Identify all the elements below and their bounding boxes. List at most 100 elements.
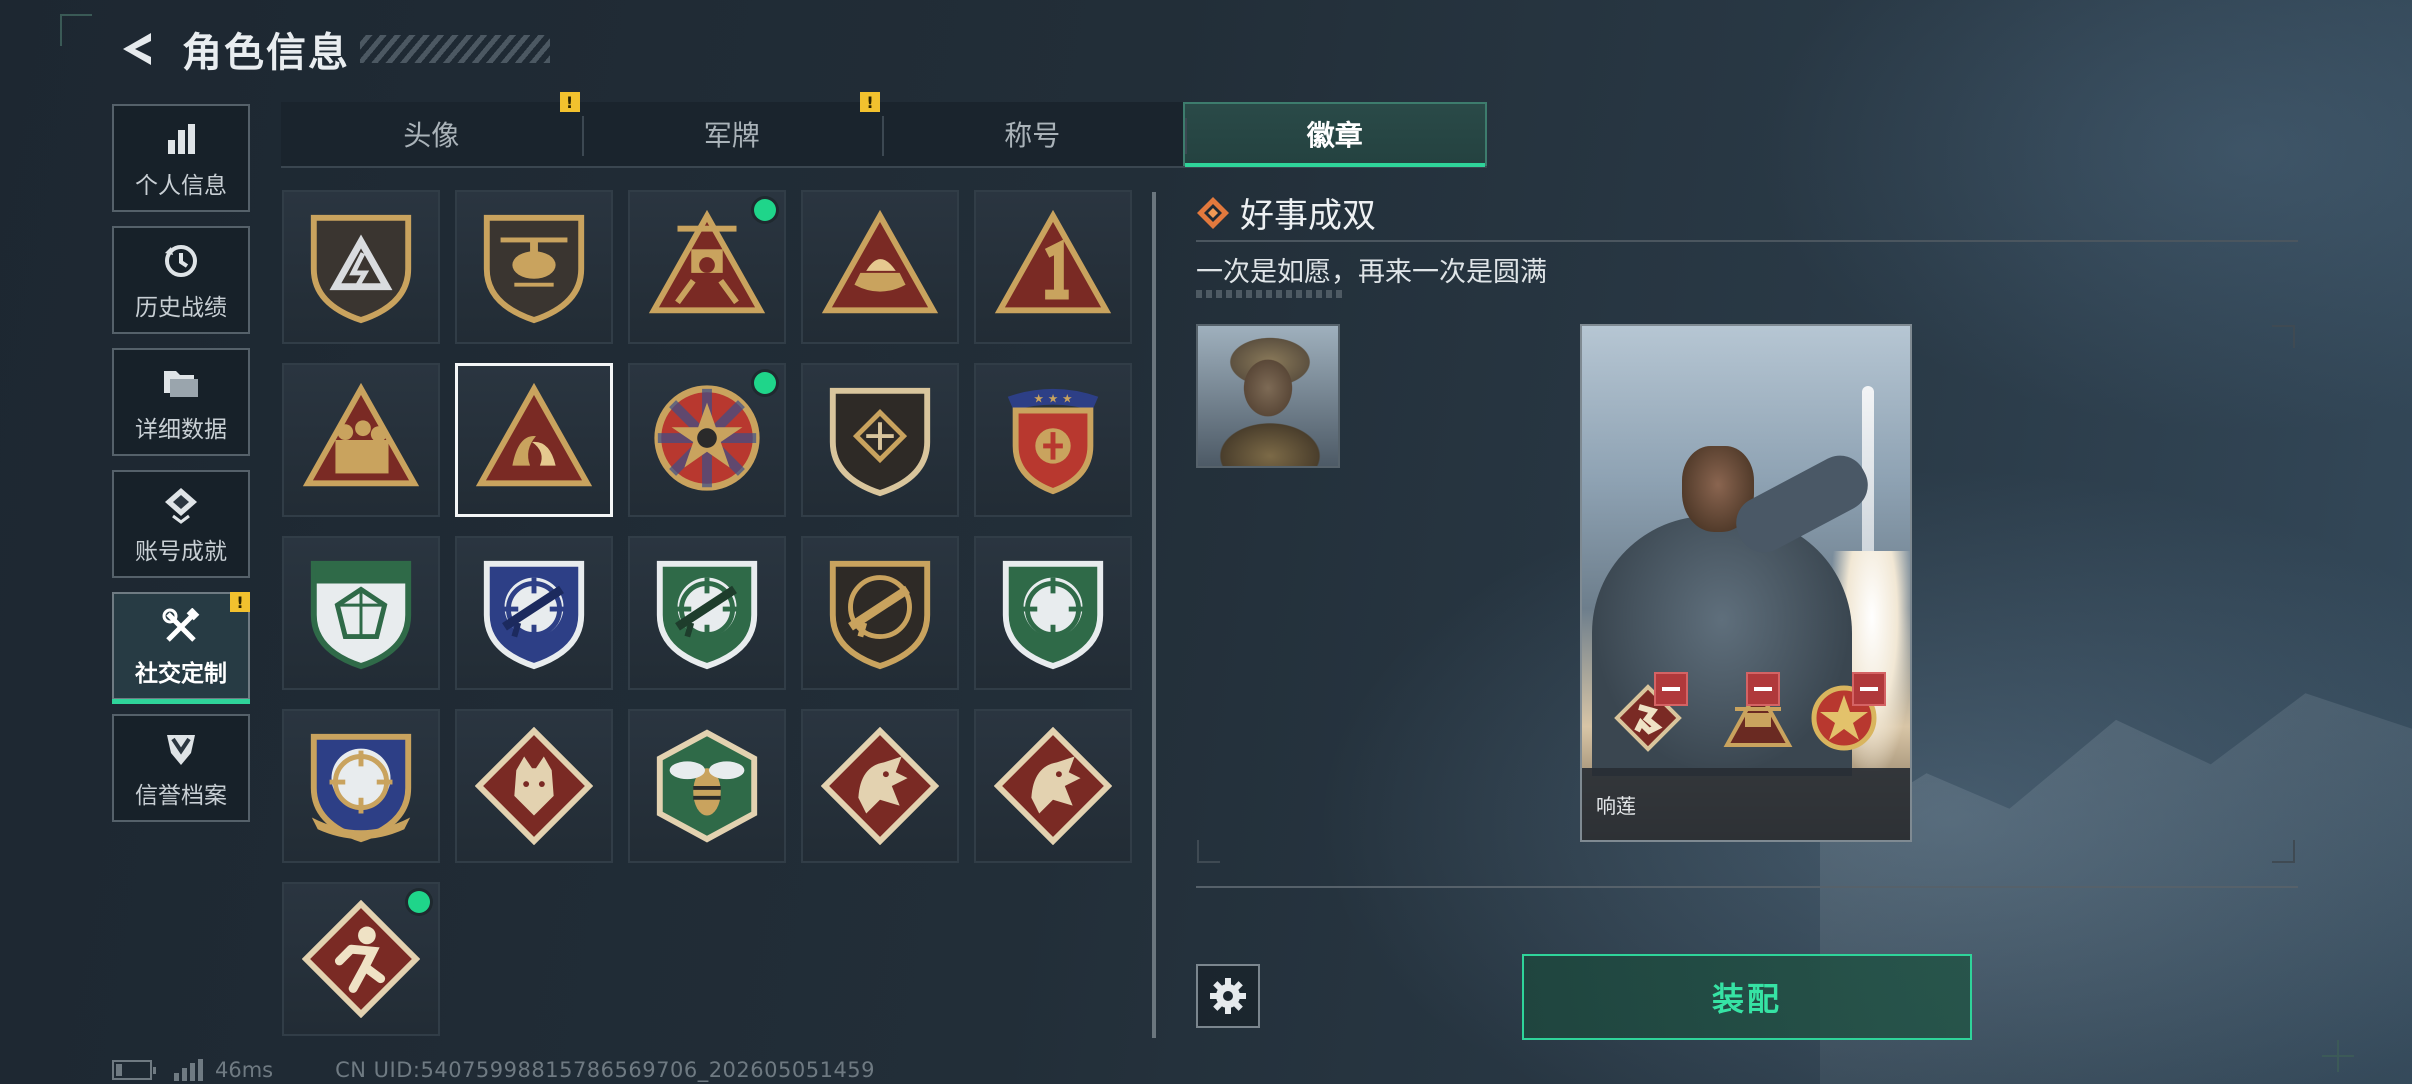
new-indicator-dot <box>754 199 776 221</box>
battery-icon <box>112 1060 156 1080</box>
ping-text: 46ms <box>215 1058 274 1082</box>
soldiers-triangle-icon <box>302 382 420 487</box>
page-title: 角色信息 <box>182 30 350 76</box>
warning-badge: ! <box>559 92 580 112</box>
badge-cell[interactable] <box>628 363 786 517</box>
star-ribbon-shield-icon: ★ ★ ★ <box>1007 388 1099 495</box>
divider <box>1196 240 2298 242</box>
number-one-triangle-icon <box>994 209 1112 314</box>
twin-fish-triangle-icon <box>475 382 593 487</box>
remove-badge-button[interactable] <box>1746 672 1780 706</box>
badge-cell[interactable] <box>974 709 1132 863</box>
back-button[interactable] <box>112 27 156 71</box>
rarity-diamond-icon <box>1197 197 1229 229</box>
badge-cell[interactable] <box>282 709 440 863</box>
settings-button[interactable] <box>1196 964 1260 1028</box>
chopper-triangle-icon <box>648 209 766 314</box>
badge-cell[interactable] <box>455 190 613 344</box>
lightning-shield-icon <box>310 214 412 324</box>
tab-dog-tag[interactable]: 军牌 ! <box>581 92 883 166</box>
tab-badge[interactable]: 徽章 <box>1182 102 1487 167</box>
tab-label: 军牌 <box>703 119 760 152</box>
dragon-diamond-icon <box>994 727 1112 845</box>
card-footer: 响莲 <box>1582 768 1910 840</box>
badge-cell[interactable] <box>628 536 786 690</box>
bar-chart-icon <box>164 116 198 162</box>
gear-icon <box>1210 978 1246 1014</box>
nav-label: 个人信息 <box>135 173 227 199</box>
folder-icon <box>162 360 200 406</box>
tab-label: 徽章 <box>1306 119 1363 152</box>
achievement-icon <box>163 482 199 528</box>
character-preview-card[interactable]: 响莲 <box>1580 324 1912 842</box>
badge-cell[interactable] <box>801 709 959 863</box>
badge-cell[interactable] <box>801 190 959 344</box>
hornet-hexagon-icon <box>656 729 758 843</box>
tab-label: 头像 <box>403 119 460 152</box>
credit-shield-icon <box>163 726 199 772</box>
badge-description: 一次是如愿，再来一次是圆满 <box>1196 257 1547 288</box>
nav-label: 社交定制 <box>135 661 227 687</box>
warning-badge: ! <box>230 592 250 612</box>
nav-label: 信誉档案 <box>135 783 227 809</box>
side-nav: 个人信息 历史战绩 详细数据 账号成就 ! 社交定制 信誉档案 <box>112 104 252 836</box>
badge-cell[interactable] <box>974 536 1132 690</box>
badge-cell[interactable]: ★ ★ ★ <box>974 363 1132 517</box>
equip-button[interactable]: 装配 <box>1522 954 1972 1040</box>
uid-text: CN UID:5407599881578656970​6_20260505145… <box>335 1058 876 1082</box>
badge-cell[interactable] <box>282 190 440 344</box>
tab-avatar[interactable]: 头像 ! <box>281 92 582 166</box>
rifle-dark-shield-icon <box>829 560 931 670</box>
remove-badge-button[interactable] <box>1852 672 1886 706</box>
badge-cell[interactable] <box>282 882 440 1036</box>
nav-item-detail-data[interactable]: 详细数据 <box>112 348 250 456</box>
nav-item-personal-info[interactable]: 个人信息 <box>112 104 250 212</box>
remove-badge-button[interactable] <box>1654 672 1688 706</box>
badge-grid-scrollbar[interactable] <box>1152 192 1156 1038</box>
wing-shield-icon <box>829 387 931 497</box>
nav-label: 历史战绩 <box>135 295 227 321</box>
badge-name: 好事成双 <box>1240 196 1376 236</box>
badge-cell[interactable] <box>282 363 440 517</box>
status-bar: 46ms CN UID:5407599881578656970​6_202605… <box>112 1058 875 1082</box>
back-arrow-icon <box>123 33 151 65</box>
nav-label: 详细数据 <box>135 417 227 443</box>
star-circle-icon <box>654 385 760 491</box>
tools-icon <box>162 604 200 650</box>
badge-cell[interactable] <box>628 190 786 344</box>
helicopter-shield-icon <box>483 214 585 324</box>
new-indicator-dot <box>408 891 430 913</box>
equip-button-label: 装配 <box>1711 980 1782 1018</box>
boat-triangle-icon <box>821 209 939 314</box>
card-character-name: 响莲 <box>1596 793 1636 818</box>
tab-title[interactable]: 称号 <box>882 102 1183 166</box>
badge-cell[interactable] <box>455 709 613 863</box>
badge-cell[interactable] <box>801 363 959 517</box>
nav-item-social-custom[interactable]: ! 社交定制 <box>112 592 250 704</box>
corner-decoration <box>60 14 92 46</box>
badge-cell[interactable] <box>628 709 786 863</box>
rifle-green-shield-icon <box>656 560 758 670</box>
warning-badge: ! <box>860 92 880 112</box>
badge-cell[interactable] <box>455 363 613 517</box>
badge-cell[interactable] <box>974 190 1132 344</box>
header: 角色信息 <box>112 22 550 76</box>
nav-label: 账号成就 <box>135 539 227 565</box>
badge-cell[interactable] <box>455 536 613 690</box>
history-icon <box>163 238 199 284</box>
runner-diamond-icon <box>302 900 420 1018</box>
tab-label: 称号 <box>1004 119 1061 152</box>
description-decoration <box>1196 290 1346 298</box>
nav-item-achievements[interactable]: 账号成就 <box>112 470 250 578</box>
nav-item-credit-record[interactable]: 信誉档案 <box>112 714 250 822</box>
sniper-blue-shield-icon <box>483 560 585 670</box>
divider <box>1196 886 2298 888</box>
title-decoration <box>360 35 550 63</box>
crosshair-gold-shield-icon <box>310 733 412 843</box>
dragon-diamond-icon <box>821 727 939 845</box>
badge-cell[interactable] <box>282 536 440 690</box>
avatar[interactable] <box>1196 324 1340 468</box>
nav-item-history[interactable]: 历史战绩 <box>112 226 250 334</box>
badge-cell[interactable] <box>801 536 959 690</box>
tab-bar: 头像 ! 军牌 ! 称号 徽章 <box>281 92 1487 168</box>
